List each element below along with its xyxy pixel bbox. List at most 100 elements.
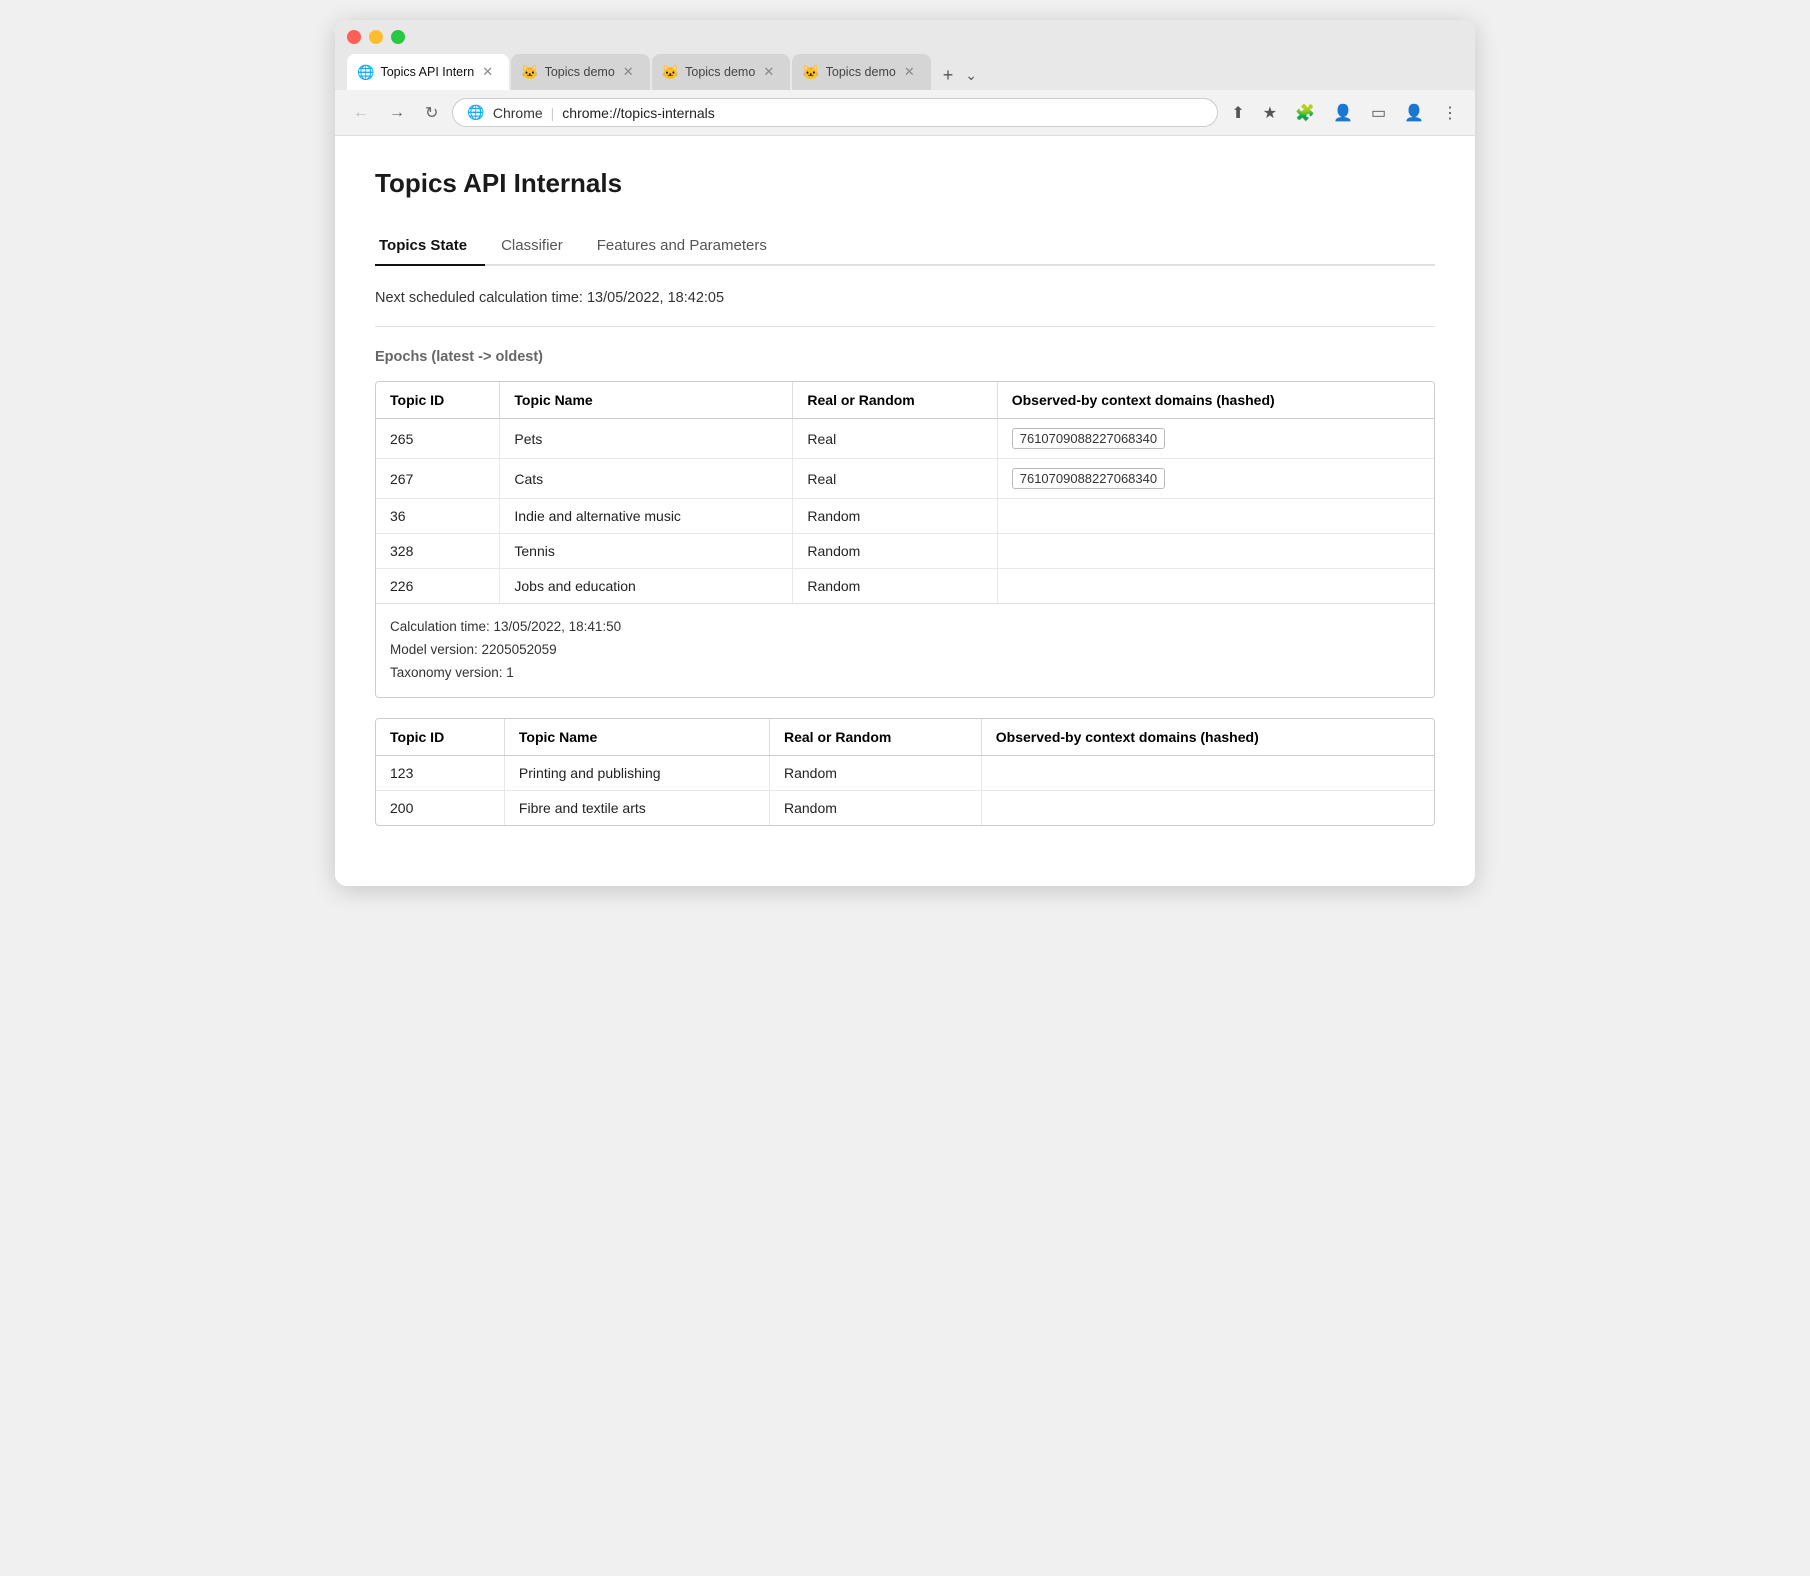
cell-topic-name: Pets (500, 419, 793, 459)
cell-real-random: Real (793, 459, 997, 499)
tab-3-icon: 🐱 (662, 64, 679, 81)
browser-tab-3[interactable]: 🐱 Topics demo ✕ (652, 54, 791, 90)
toolbar-actions: ⬆ ★ 🧩 👤 ▭ 👤 ⋮ (1226, 100, 1463, 126)
cell-topic-name: Indie and alternative music (500, 499, 793, 534)
tab-list-button[interactable]: ⌄ (965, 67, 977, 84)
toolbar: ← → ↻ 🌐 Chrome | chrome://topics-interna… (335, 90, 1475, 136)
cell-observed-domains (981, 790, 1434, 825)
cell-observed-domains: 7610709088227068340 (997, 419, 1434, 459)
maximize-button[interactable] (391, 30, 405, 44)
cell-real-random: Random (769, 755, 981, 790)
cell-observed-domains (997, 499, 1434, 534)
tab-4-icon: 🐱 (802, 64, 819, 81)
table-row: 200Fibre and textile artsRandom (376, 790, 1434, 825)
cell-real-random: Random (769, 790, 981, 825)
share-icon[interactable]: ⬆ (1226, 100, 1249, 126)
tab-classifier[interactable]: Classifier (497, 227, 581, 266)
traffic-lights (347, 30, 1463, 44)
tabs-extra: + ⌄ (937, 61, 977, 90)
epochs-label: Epochs (latest -> oldest) (375, 349, 1435, 365)
table-row: 226Jobs and educationRandom (376, 569, 1434, 604)
col2-observed-domains: Observed-by context domains (hashed) (981, 719, 1434, 756)
new-tab-button[interactable]: + (937, 61, 960, 90)
cell-topic-id: 123 (376, 755, 504, 790)
browser-tab-2[interactable]: 🐱 Topics demo ✕ (511, 54, 650, 90)
bookmark-icon[interactable]: ★ (1258, 100, 1282, 126)
cell-real-random: Random (793, 499, 997, 534)
tab-2-close[interactable]: ✕ (621, 62, 636, 82)
cell-topic-id: 265 (376, 419, 500, 459)
cell-topic-id: 200 (376, 790, 504, 825)
tab-navigation: Topics State Classifier Features and Par… (375, 227, 1435, 266)
address-url: chrome://topics-internals (562, 105, 715, 121)
epoch-2-header-row: Topic ID Topic Name Real or Random Obser… (376, 719, 1434, 756)
table-row: 267CatsReal 7610709088227068340 (376, 459, 1434, 499)
tab-4-label: Topics demo (826, 65, 896, 79)
table-row: 123Printing and publishingRandom (376, 755, 1434, 790)
col2-topic-id: Topic ID (376, 719, 504, 756)
cell-real-random: Random (793, 569, 997, 604)
col-real-random: Real or Random (793, 382, 997, 419)
cell-topic-name: Cats (500, 459, 793, 499)
profile-icon[interactable]: 👤 (1328, 100, 1358, 126)
col2-topic-name: Topic Name (504, 719, 769, 756)
col-topic-id: Topic ID (376, 382, 500, 419)
reload-button[interactable]: ↻ (419, 99, 444, 127)
cell-observed-domains (997, 569, 1434, 604)
epoch-1-meta: Calculation time: 13/05/2022, 18:41:50 M… (376, 603, 1434, 697)
epoch-1-calc-time: Calculation time: 13/05/2022, 18:41:50 (390, 616, 1420, 639)
site-security-icon: 🌐 (467, 104, 484, 121)
sidebar-toggle-icon[interactable]: ▭ (1366, 100, 1391, 126)
address-separator: | (551, 105, 555, 121)
cell-topic-name: Tennis (500, 534, 793, 569)
tab-topics-state[interactable]: Topics State (375, 227, 485, 266)
tab-1-label: Topics API Intern (380, 65, 474, 79)
cell-topic-id: 267 (376, 459, 500, 499)
page-title: Topics API Internals (375, 168, 1435, 199)
cell-topic-id: 36 (376, 499, 500, 534)
page-content: Topics API Internals Topics State Classi… (335, 136, 1475, 886)
epoch-table-2: Topic ID Topic Name Real or Random Obser… (376, 719, 1434, 825)
back-button[interactable]: ← (347, 100, 375, 126)
tab-4-close[interactable]: ✕ (902, 62, 917, 82)
col-observed-domains: Observed-by context domains (hashed) (997, 382, 1434, 419)
col-topic-name: Topic Name (500, 382, 793, 419)
domain-tag: 7610709088227068340 (1012, 468, 1165, 489)
tab-2-icon: 🐱 (521, 64, 538, 81)
domain-tag: 7610709088227068340 (1012, 428, 1165, 449)
tab-3-label: Topics demo (685, 65, 755, 79)
minimize-button[interactable] (369, 30, 383, 44)
cell-topic-name: Jobs and education (500, 569, 793, 604)
cell-observed-domains: 7610709088227068340 (997, 459, 1434, 499)
tab-1-close[interactable]: ✕ (480, 62, 495, 82)
cell-topic-name: Printing and publishing (504, 755, 769, 790)
browser-tab-1[interactable]: 🌐 Topics API Intern ✕ (347, 54, 509, 90)
tab-1-icon: 🌐 (357, 64, 374, 81)
address-bar[interactable]: 🌐 Chrome | chrome://topics-internals (452, 98, 1218, 127)
table-row: 36Indie and alternative musicRandom (376, 499, 1434, 534)
account-icon[interactable]: 👤 (1399, 100, 1429, 126)
schedule-text: Next scheduled calculation time: 13/05/2… (375, 290, 1435, 306)
table-row: 265PetsReal 7610709088227068340 (376, 419, 1434, 459)
epoch-table-1: Topic ID Topic Name Real or Random Obser… (376, 382, 1434, 603)
title-bar: 🌐 Topics API Intern ✕ 🐱 Topics demo ✕ 🐱 … (335, 20, 1475, 90)
cell-topic-id: 328 (376, 534, 500, 569)
epoch-1-header-row: Topic ID Topic Name Real or Random Obser… (376, 382, 1434, 419)
browser-window: 🌐 Topics API Intern ✕ 🐱 Topics demo ✕ 🐱 … (335, 20, 1475, 886)
cell-topic-name: Fibre and textile arts (504, 790, 769, 825)
tab-2-label: Topics demo (545, 65, 615, 79)
extensions-icon[interactable]: 🧩 (1290, 100, 1320, 126)
forward-button[interactable]: → (383, 100, 411, 126)
menu-icon[interactable]: ⋮ (1437, 100, 1463, 126)
cell-real-random: Random (793, 534, 997, 569)
epoch-box-2: Topic ID Topic Name Real or Random Obser… (375, 718, 1435, 826)
cell-real-random: Real (793, 419, 997, 459)
browser-tabs-bar: 🌐 Topics API Intern ✕ 🐱 Topics demo ✕ 🐱 … (347, 54, 1463, 90)
cell-topic-id: 226 (376, 569, 500, 604)
close-button[interactable] (347, 30, 361, 44)
tab-3-close[interactable]: ✕ (761, 62, 776, 82)
cell-observed-domains (997, 534, 1434, 569)
epoch-1-taxonomy-version: Taxonomy version: 1 (390, 662, 1420, 685)
tab-features-params[interactable]: Features and Parameters (593, 227, 785, 266)
browser-tab-4[interactable]: 🐱 Topics demo ✕ (792, 54, 931, 90)
